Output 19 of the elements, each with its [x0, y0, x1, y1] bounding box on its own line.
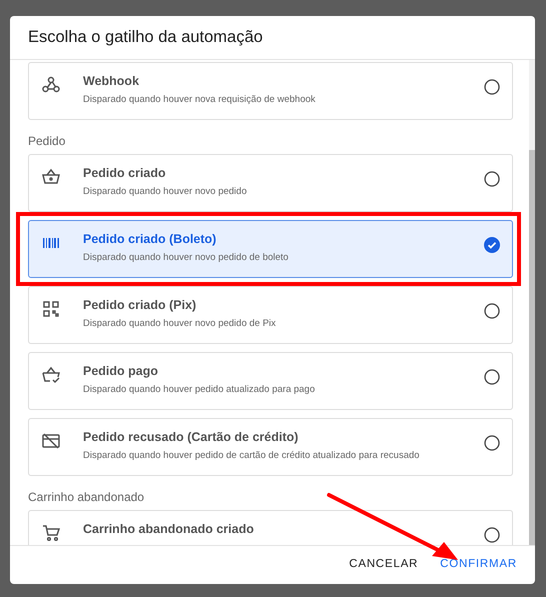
option-title: Carrinho abandonado criado — [83, 521, 255, 537]
section-heading: Pedido — [28, 134, 66, 148]
option-description: Disparado quando houver novo pedido de Pix — [83, 317, 277, 331]
option-title: Pedido criado (Boleto) — [83, 231, 218, 247]
option-title: Pedido criado (Pix) — [83, 297, 198, 313]
option-title: Pedido pago — [83, 363, 159, 379]
section-heading: Carrinho abandonado — [28, 490, 146, 504]
cancel-button[interactable]: CANCELAR — [341, 552, 426, 578]
option-description: Disparado quando houver novo pedido de boleto — [83, 251, 290, 265]
option-description: Disparado quando houver nova requisição de webhook — [83, 93, 316, 107]
option-title: Webhook — [83, 73, 140, 89]
scrollbar[interactable] — [529, 60, 535, 545]
option-description: Disparado quando houver pedido atualizado para pago — [83, 383, 316, 397]
option-title: Pedido recusado (Cartão de crédito) — [83, 429, 300, 445]
dialog-title: Escolha o gatilho da automação — [28, 27, 263, 48]
option-description: Disparado quando houver pedido de cartão de crédito atualizado para recusado — [83, 449, 420, 463]
confirm-button[interactable]: CONFIRMAR — [432, 552, 525, 578]
option-description: Disparado quando houver novo pedido — [83, 185, 248, 199]
option-title: Pedido criado — [83, 165, 167, 181]
